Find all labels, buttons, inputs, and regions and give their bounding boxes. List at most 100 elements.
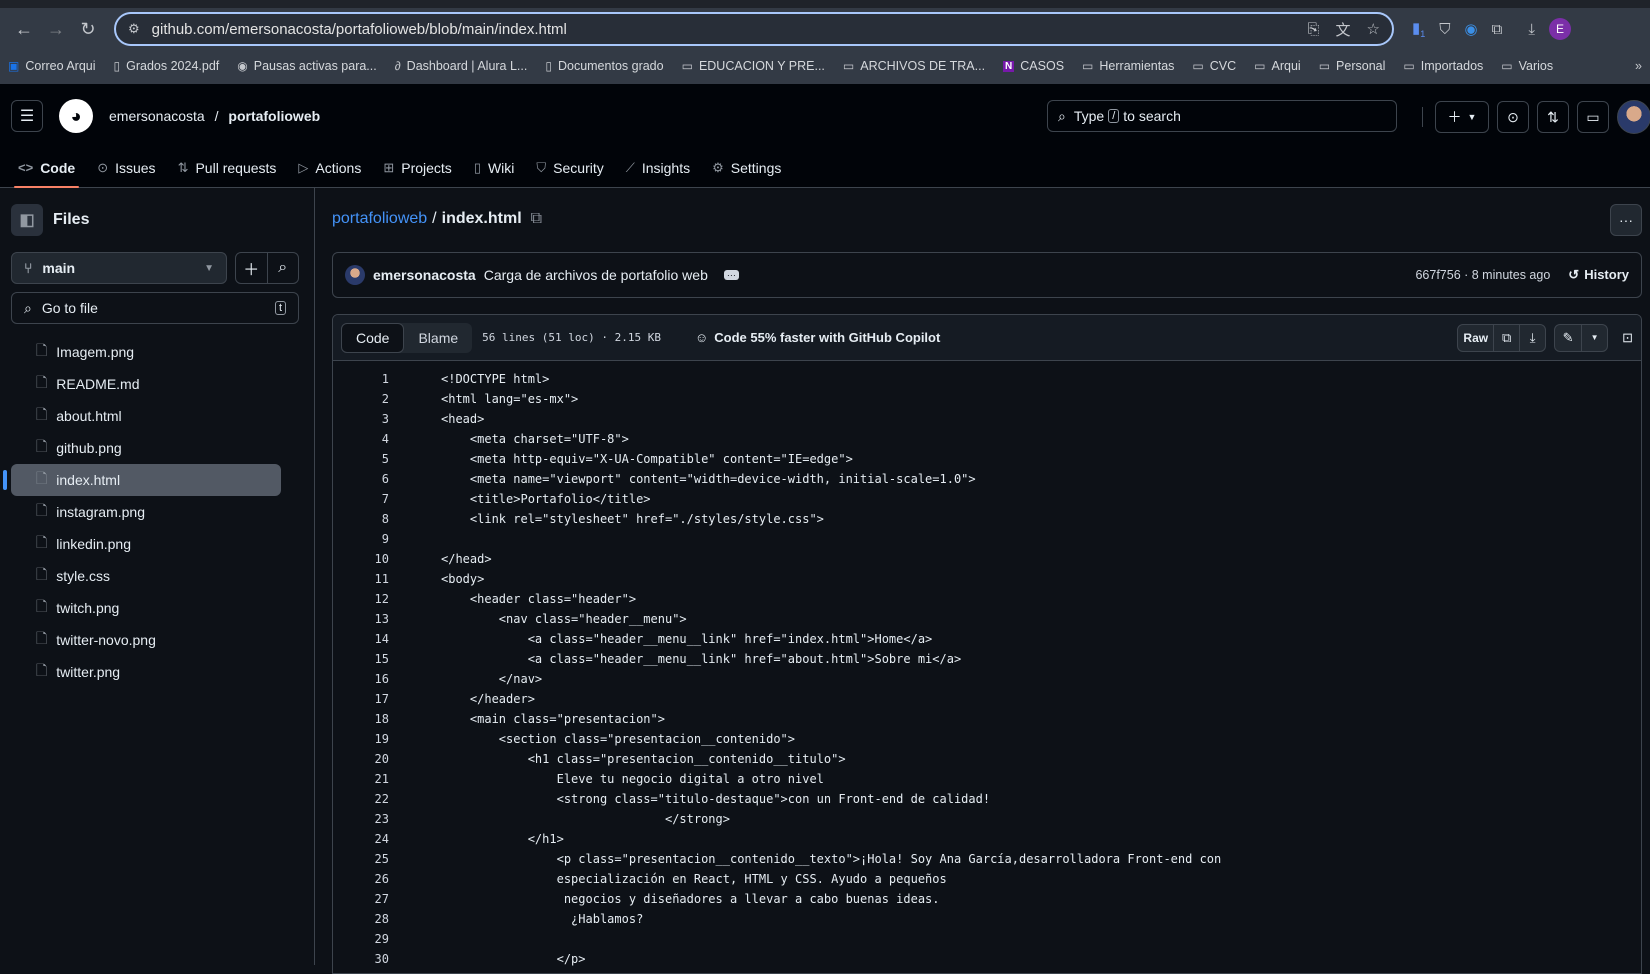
search-icon[interactable]: ⌕ (266, 253, 299, 283)
commit-meta[interactable]: 667f756 · 8 minutes ago (1415, 268, 1550, 282)
line-number[interactable]: 19 (333, 732, 389, 746)
tab-security[interactable]: ⛉ Security (536, 148, 603, 188)
tab-code[interactable]: <> Code (13, 148, 80, 188)
bookmark-item[interactable]: ▭ Personal (1319, 59, 1386, 73)
tab-projects[interactable]: ⊞ Projects (383, 148, 451, 188)
reload-icon[interactable]: ↻ (72, 19, 104, 40)
line-number[interactable]: 29 (333, 932, 389, 946)
copy-path-icon[interactable]: ⧉ (531, 210, 542, 228)
copilot-promo[interactable]: ☺ Code 55% faster with GitHub Copilot (695, 330, 940, 345)
forward-icon[interactable]: → (40, 19, 72, 40)
line-number[interactable]: 28 (333, 912, 389, 926)
line-number[interactable]: 20 (333, 752, 389, 766)
tab-insights[interactable]: ⟋ Insights (626, 148, 690, 188)
line-number[interactable]: 18 (333, 712, 389, 726)
line-number[interactable]: 26 (333, 872, 389, 886)
bookmark-item[interactable]: ▭ Arqui (1254, 59, 1301, 73)
shield-extension-icon[interactable]: ⛉ (1439, 21, 1450, 38)
author-avatar[interactable] (345, 265, 365, 285)
profile-avatar[interactable]: E (1549, 18, 1571, 40)
download-icon[interactable]: ⤓ (1519, 324, 1545, 351)
file-item[interactable]: 🗋 github.png (11, 432, 281, 464)
file-item[interactable]: 🗋 index.html (3, 464, 281, 496)
bookmark-star-icon[interactable]: ☆ (1367, 20, 1380, 38)
bookmark-item[interactable]: ▭ Importados (1403, 59, 1483, 73)
line-number[interactable]: 23 (333, 812, 389, 826)
bookmark-item[interactable]: ▭ ARCHIVOS DE TRA... (843, 59, 985, 73)
line-number[interactable]: 2 (333, 392, 389, 406)
bookmark-item[interactable]: ▣ Correo Arqui (8, 59, 96, 73)
repo-root-link[interactable]: portafolioweb (332, 210, 427, 228)
line-number[interactable]: 12 (333, 592, 389, 606)
menu-icon[interactable]: ☰ (11, 100, 43, 132)
tab-actions[interactable]: ▷ Actions (298, 148, 361, 188)
address-bar[interactable]: ⚙ github.com/emersonacosta/portafolioweb… (114, 12, 1394, 46)
file-item[interactable]: 🗋 twitter.png (11, 656, 281, 688)
sidebar-collapse-icon[interactable]: ◧ (11, 204, 43, 236)
commit-author[interactable]: emersonacosta (373, 267, 476, 283)
line-number[interactable]: 24 (333, 832, 389, 846)
translate-icon[interactable]: 文 (1336, 19, 1351, 40)
user-avatar[interactable] (1617, 100, 1650, 134)
file-item[interactable]: 🗋 README.md (11, 368, 281, 400)
bookmark-item[interactable]: ∂ Dashboard | Alura L... (395, 59, 528, 73)
tab-issues[interactable]: ⊙ Issues (97, 148, 155, 188)
line-number[interactable]: 8 (333, 512, 389, 526)
line-number[interactable]: 7 (333, 492, 389, 506)
expand-commit-icon[interactable]: ··· (723, 270, 739, 280)
go-to-file-input[interactable]: ⌕ Go to file t (11, 292, 299, 324)
line-number[interactable]: 16 (333, 672, 389, 686)
url-text[interactable]: github.com/emersonacosta/portafolioweb/b… (152, 21, 1292, 38)
bookmark-item[interactable]: ▭ EDUCACION Y PRE... (682, 59, 825, 73)
issues-icon[interactable]: ⊙ (1497, 101, 1529, 133)
line-number[interactable]: 6 (333, 472, 389, 486)
search-input[interactable]: ⌕ Type / to search (1047, 100, 1397, 132)
tab-wiki[interactable]: ▯ Wiki (474, 148, 515, 188)
more-options-icon[interactable]: ··· (1610, 204, 1642, 236)
line-number[interactable]: 30 (333, 952, 389, 966)
bookmark-item[interactable]: ▭ CVC (1192, 59, 1236, 73)
line-number[interactable]: 3 (333, 412, 389, 426)
blame-tab[interactable]: Blame (404, 323, 472, 353)
github-logo-icon[interactable]: ◕ (59, 99, 93, 133)
code-tab[interactable]: Code (341, 322, 405, 353)
tab-settings[interactable]: ⚙ Settings (712, 148, 781, 188)
bitwarden-extension-icon[interactable]: ▮1 (1412, 19, 1425, 39)
copy-icon[interactable]: ⧉ (1493, 324, 1519, 351)
file-item[interactable]: 🗋 linkedin.png (11, 528, 281, 560)
file-item[interactable]: 🗋 Imagem.png (11, 336, 281, 368)
globe-extension-icon[interactable]: ◉ (1465, 20, 1478, 38)
bookmark-item[interactable]: ◉ Pausas activas para... (237, 59, 376, 73)
bookmark-item[interactable]: ▯ Documentos grado (545, 59, 663, 73)
line-number[interactable]: 10 (333, 552, 389, 566)
bookmark-item[interactable]: ▭ Herramientas (1082, 59, 1174, 73)
back-icon[interactable]: ← (8, 19, 40, 40)
file-item[interactable]: 🗋 twitter-novo.png (11, 624, 281, 656)
repo-link[interactable]: portafolioweb (228, 108, 320, 124)
line-number[interactable]: 9 (333, 532, 389, 546)
bookmark-item[interactable]: N CASOS (1003, 59, 1064, 73)
line-number[interactable]: 27 (333, 892, 389, 906)
branch-selector[interactable]: ⑂ main ▼ (11, 252, 227, 284)
install-app-icon[interactable]: ⎘ (1308, 21, 1320, 38)
line-number[interactable]: 21 (333, 772, 389, 786)
bookmark-item[interactable]: ▯ Grados 2024.pdf (114, 59, 220, 73)
line-number[interactable]: 15 (333, 652, 389, 666)
downloads-icon[interactable]: ⤓ (1528, 21, 1535, 38)
line-number[interactable]: 11 (333, 572, 389, 586)
file-item[interactable]: 🗋 instagram.png (11, 496, 281, 528)
create-new-button[interactable]: ＋ ▼ (1435, 101, 1489, 133)
bookmark-item[interactable]: ▭ Varios (1501, 59, 1553, 73)
symbols-panel-icon[interactable]: ⊡ (1622, 330, 1633, 346)
file-item[interactable]: 🗋 style.css (11, 560, 281, 592)
owner-link[interactable]: emersonacosta (109, 108, 205, 124)
puzzle-extensions-icon[interactable]: ⧉ (1492, 21, 1503, 38)
pull-requests-icon[interactable]: ⇅ (1537, 101, 1569, 133)
edit-pencil-icon[interactable]: ✎ (1555, 325, 1581, 351)
file-item[interactable]: 🗋 twitch.png (11, 592, 281, 624)
add-file-icon[interactable]: ＋ (236, 253, 267, 283)
raw-button[interactable]: Raw (1458, 325, 1493, 351)
line-number[interactable]: 1 (333, 372, 389, 386)
commit-message[interactable]: Carga de archivos de portafolio web (484, 267, 708, 283)
line-number[interactable]: 22 (333, 792, 389, 806)
